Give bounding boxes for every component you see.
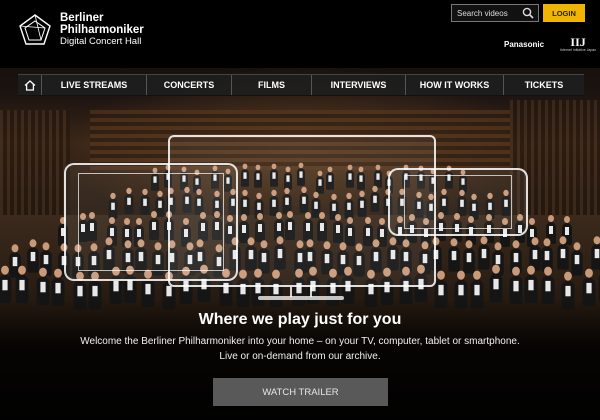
nav-films[interactable]: FILMS: [232, 75, 312, 95]
brand-logo[interactable]: Berliner Philharmoniker Digital Concert …: [18, 12, 144, 48]
pentagon-logo-icon: [19, 14, 51, 45]
musician-figure: [524, 265, 538, 304]
musician-figure: [478, 236, 491, 270]
brand-name-line2: Philharmoniker: [60, 24, 144, 36]
nav-home[interactable]: [18, 75, 42, 95]
musician-figure: [591, 236, 600, 270]
main-nav: LIVE STREAMS CONCERTS FILMS INTERVIEWS H…: [18, 74, 584, 96]
tablet-outline: [64, 163, 238, 281]
search-icon[interactable]: [521, 6, 535, 20]
nav-tickets[interactable]: TICKETS: [504, 75, 584, 95]
brand-subtitle: Digital Concert Hall: [60, 36, 142, 47]
nav-how-it-works[interactable]: HOW IT WORKS: [406, 75, 504, 95]
musician-figure: [15, 265, 29, 304]
login-button[interactable]: LOGIN: [543, 4, 585, 22]
musician-figure: [463, 240, 475, 274]
hero-description: Welcome the Berliner Philharmoniker into…: [80, 336, 520, 362]
monitor-stand-base: [258, 296, 344, 300]
musician-figure: [27, 239, 39, 273]
nav-concerts[interactable]: CONCERTS: [147, 75, 232, 95]
musician-figure: [489, 264, 503, 302]
sponsor-iij-subtitle: Internet Initiative Japan: [560, 48, 597, 52]
search-box[interactable]: Search videos: [451, 4, 539, 22]
nav-interviews[interactable]: INTERVIEWS: [312, 75, 406, 95]
musician-figure: [448, 238, 460, 272]
search-input[interactable]: Search videos: [452, 9, 521, 18]
sponsor-panasonic[interactable]: Panasonic: [504, 40, 544, 49]
nav-live-streams[interactable]: LIVE STREAMS: [42, 75, 147, 95]
brand-name-line1: Berliner: [60, 12, 104, 24]
phone-outline: [388, 168, 528, 236]
home-icon[interactable]: [24, 79, 36, 91]
watch-trailer-button[interactable]: WATCH TRAILER: [213, 378, 388, 406]
hero-headline: Where we play just for you: [198, 311, 402, 328]
musician-figure: [571, 242, 583, 276]
sponsor-iij-mark: IIJ: [570, 35, 586, 49]
musician-figure: [557, 236, 569, 270]
sponsor-iij[interactable]: IIJ Internet Initiative Japan: [560, 36, 596, 52]
header: Berliner Philharmoniker Digital Concert …: [0, 0, 600, 68]
